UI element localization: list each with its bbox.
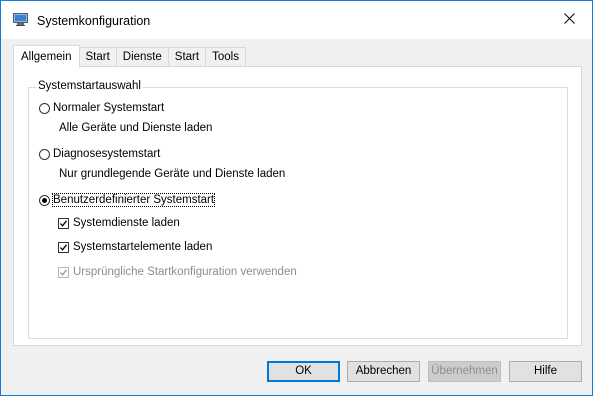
radio-diagnostic-startup[interactable]: Diagnosesystemstart [39,148,160,160]
tab-start-2[interactable]: Start [168,47,207,67]
window-title: Systemkonfiguration [37,14,151,28]
startup-selection-group: Systemstartauswahl Normaler Systemstart … [28,80,568,339]
radio-normal-startup[interactable]: Normaler Systemstart [39,102,164,114]
ok-button[interactable]: OK [267,361,340,382]
tab-strip: Allgemein Start Dienste Start Tools [13,45,246,68]
tab-start[interactable]: Start [79,47,117,67]
radio-label: Normaler Systemstart [53,102,165,114]
check-use-original-boot-config: Ursprüngliche Startkonfiguration verwend… [58,266,297,278]
checkmark-icon [60,243,68,251]
radio-description: Nur grundlegende Geräte und Dienste lade… [59,168,286,180]
tab-dienste[interactable]: Dienste [116,47,169,67]
checkmark-icon [60,219,68,227]
radio-label: Diagnosesystemstart [53,148,161,160]
checkbox-label: Systemstartelemente laden [73,241,213,253]
radio-button[interactable] [39,148,50,160]
check-load-system-services[interactable]: Systemdienste laden [58,217,180,229]
checkbox [58,266,69,278]
check-load-startup-items[interactable]: Systemstartelemente laden [58,241,212,253]
checkbox[interactable] [58,217,69,229]
radio-description: Alle Geräte und Dienste laden [59,122,213,134]
title-bar: Systemkonfiguration [1,1,592,39]
radio-button[interactable] [39,194,50,206]
apply-button: Übernehmen [428,361,501,382]
help-button[interactable]: Hilfe [509,361,582,382]
system-configuration-window: Systemkonfiguration Allgemein Start Dien… [0,0,593,396]
cancel-button[interactable]: Abbrechen [347,361,420,382]
radio-button[interactable] [39,102,50,114]
radio-custom-startup[interactable]: Benutzerdefinierter Systemstart [39,193,216,207]
group-legend: Systemstartauswahl [36,80,143,92]
msconfig-icon [13,13,28,26]
tab-tools[interactable]: Tools [206,47,246,67]
close-button[interactable] [546,1,592,39]
radio-label: Benutzerdefinierter Systemstart [51,193,216,207]
checkbox[interactable] [58,241,69,253]
tab-allgemein[interactable]: Allgemein [13,45,80,68]
checkbox-label: Systemdienste laden [73,217,180,229]
checkmark-icon [60,268,68,276]
tab-panel-allgemein: Systemstartauswahl Normaler Systemstart … [13,66,582,346]
checkbox-label: Ursprüngliche Startkonfiguration verwend… [73,266,297,278]
close-icon [563,13,575,27]
